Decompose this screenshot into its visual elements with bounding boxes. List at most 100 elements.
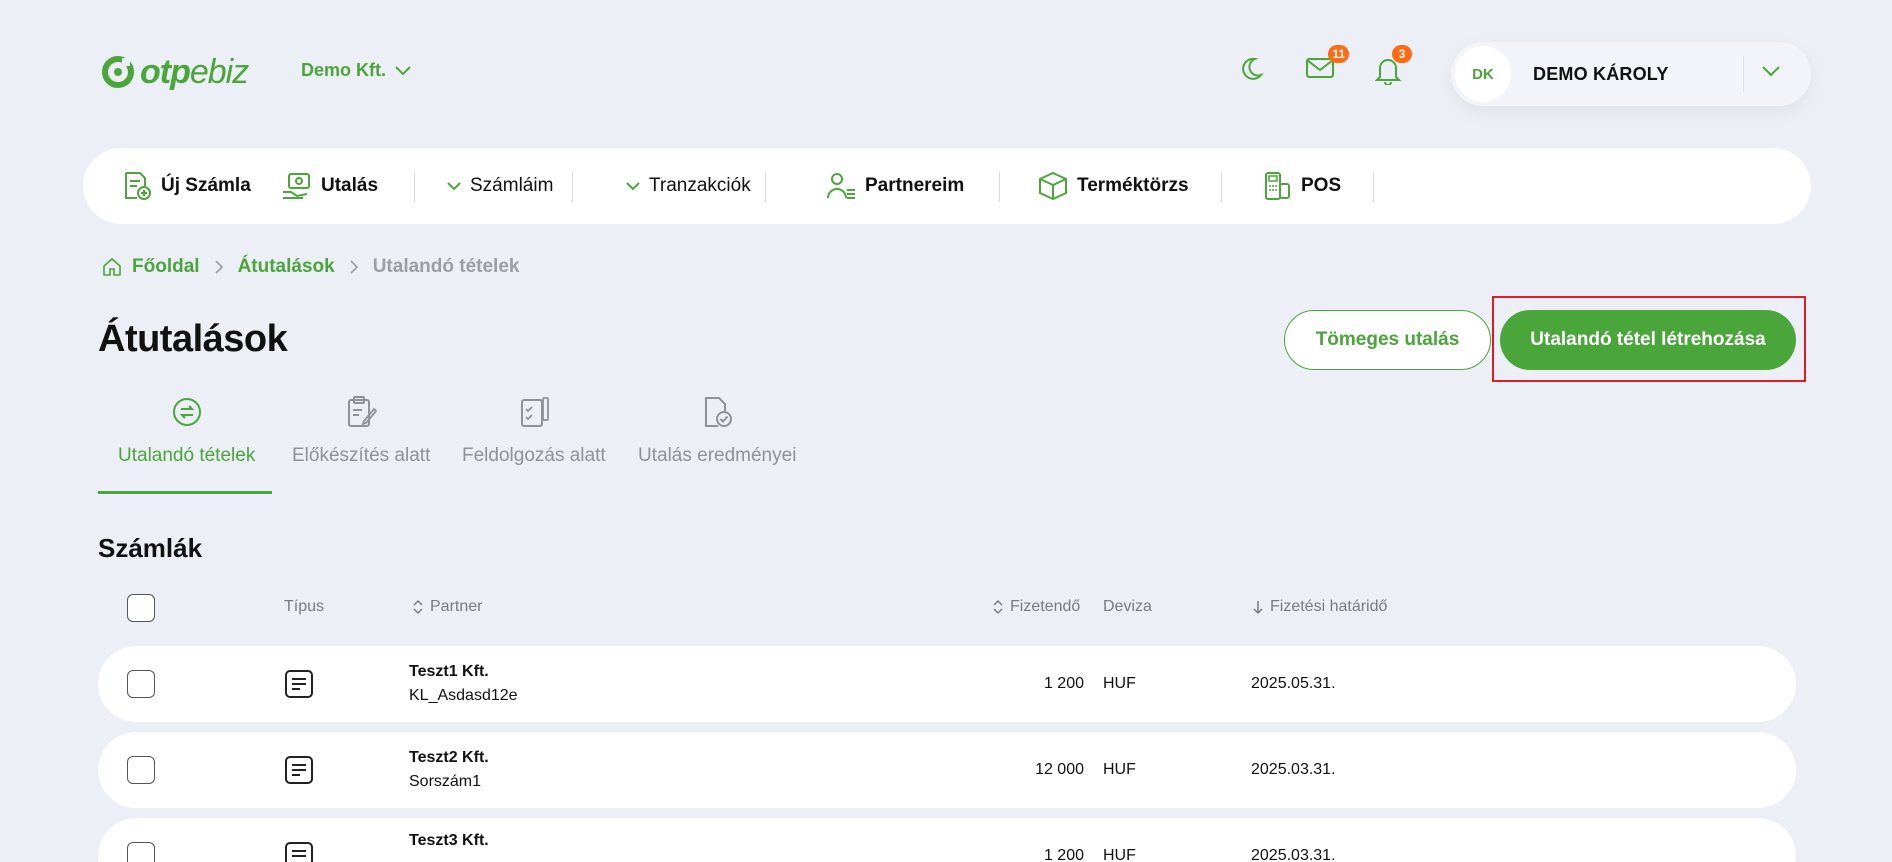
divider <box>1743 56 1744 92</box>
chevron-right-icon <box>214 260 223 274</box>
chevron-down-icon <box>1762 66 1780 77</box>
currency: HUF <box>1103 761 1136 778</box>
breadcrumb-home[interactable]: Főoldal <box>102 256 200 278</box>
avatar: DK <box>1455 46 1511 102</box>
divider <box>1221 172 1222 202</box>
main-nav: Új Számla Utalás Számláim Tranzakciók Pa… <box>83 148 1811 224</box>
breadcrumb-home-label: Főoldal <box>132 256 200 277</box>
messages-button[interactable]: 11 <box>1305 45 1349 85</box>
row-checkbox[interactable] <box>127 670 155 698</box>
document-icon <box>285 842 313 862</box>
table-row[interactable]: Teszt2 Kft. Sorszám1 12 000 HUF 2025.03.… <box>98 732 1796 808</box>
currency: HUF <box>1103 675 1136 692</box>
box-icon <box>1039 171 1067 201</box>
nav-new-invoice[interactable]: Új Számla <box>121 148 251 224</box>
tab-pending-items[interactable]: Utalandó tételek <box>118 395 255 495</box>
notifications-badge: 3 <box>1392 45 1412 63</box>
user-menu[interactable]: DK DEMO KÁROLY <box>1451 42 1811 106</box>
dark-mode-toggle[interactable] <box>1237 55 1267 85</box>
partner-name: Teszt2 Kft. <box>409 749 489 766</box>
nav-label: Tranzakciók <box>649 175 751 196</box>
transfer-cycle-icon <box>172 398 201 426</box>
company-name: Demo Kft. <box>301 60 386 80</box>
column-header-partner[interactable]: Partner <box>412 598 482 616</box>
bulk-transfer-button[interactable]: Tömeges utalás <box>1284 310 1491 370</box>
column-header-amount[interactable]: Fizetendő <box>992 598 1080 616</box>
divider <box>414 172 415 202</box>
section-title: Számlák <box>98 533 203 563</box>
reference: Sorszám1 <box>409 773 482 790</box>
column-header-type: Típus <box>284 598 325 615</box>
tab-label: Előkészítés alatt <box>292 445 431 466</box>
breadcrumb-transfers[interactable]: Átutalások <box>238 256 335 278</box>
user-name: DEMO KÁROLY <box>1533 63 1669 84</box>
select-all-checkbox[interactable] <box>127 594 155 622</box>
clipboard-edit-icon <box>348 396 378 427</box>
column-header-currency: Deviza <box>1103 598 1152 615</box>
partner-name: Teszt1 Kft. <box>409 663 489 680</box>
notifications-button[interactable]: 3 <box>1374 45 1412 85</box>
top-header: otpebiz Demo Kft. 11 3 DK DEMO KÁROLY <box>0 0 1892 145</box>
divider <box>999 172 1000 202</box>
tab-label: Utalandó tételek <box>118 445 256 466</box>
nav-label: POS <box>1301 175 1342 196</box>
transfer-icon <box>283 173 310 199</box>
tab-results[interactable]: Utalás eredményei <box>638 395 796 495</box>
nav-invoices[interactable]: Számláim <box>446 148 553 224</box>
tab-label: Utalás eredményei <box>638 445 797 466</box>
breadcrumb: Főoldal Átutalások Utalandó tételek <box>102 256 519 278</box>
amount: 1 200 <box>1043 847 1084 862</box>
divider <box>1373 172 1374 202</box>
home-icon <box>103 257 121 276</box>
moon-icon <box>1242 57 1264 80</box>
amount: 12 000 <box>1035 761 1084 778</box>
amount: 1 200 <box>1043 675 1084 692</box>
otp-logo-icon <box>102 56 134 88</box>
breadcrumb-current: Utalandó tételek <box>372 256 520 277</box>
table-row[interactable]: Teszt1 Kft. KL_Asdasd12e 1 200 HUF 2025.… <box>98 646 1796 722</box>
divider <box>765 172 766 202</box>
nav-label: Számláim <box>470 175 554 196</box>
sort-descending-icon <box>1253 601 1263 615</box>
due-date: 2025.05.31. <box>1251 675 1336 692</box>
create-transfer-item-button[interactable]: Utalandó tétel létrehozása <box>1500 310 1796 370</box>
row-checkbox[interactable] <box>127 756 155 784</box>
sort-icon <box>413 599 423 615</box>
partner-name: Teszt3 Kft. <box>409 832 489 849</box>
pos-terminal-icon <box>1265 172 1290 200</box>
nav-pos[interactable]: POS <box>1261 148 1341 224</box>
document-icon <box>285 670 313 698</box>
new-invoice-icon <box>125 172 151 200</box>
company-selector[interactable]: Demo Kft. <box>301 60 412 81</box>
sort-icon <box>993 599 1003 615</box>
messages-badge: 11 <box>1328 45 1349 63</box>
nav-transfer[interactable]: Utalás <box>281 148 378 224</box>
column-header-due-date[interactable]: Fizetési határidő <box>1252 598 1387 616</box>
nav-label: Új Számla <box>161 175 251 196</box>
nav-transactions[interactable]: Tranzakciók <box>625 148 751 224</box>
checklist-icon <box>520 397 549 427</box>
divider <box>572 172 573 202</box>
due-date: 2025.03.31. <box>1251 761 1336 778</box>
nav-label: Terméktörzs <box>1077 175 1189 196</box>
otpebiz-logo[interactable]: otpebiz <box>102 52 249 92</box>
active-tab-indicator <box>98 491 272 494</box>
tab-processing[interactable]: Feldolgozás alatt <box>462 395 606 495</box>
row-checkbox[interactable] <box>127 842 155 862</box>
document-icon <box>285 756 313 784</box>
document-check-icon <box>705 397 733 427</box>
currency: HUF <box>1103 847 1136 862</box>
nav-label: Partnereim <box>865 175 965 196</box>
nav-label: Utalás <box>321 175 379 196</box>
chevron-down-icon <box>626 182 640 191</box>
chevron-down-icon <box>395 65 411 75</box>
chevron-right-icon <box>350 260 358 274</box>
nav-products[interactable]: Terméktörzs <box>1037 148 1189 224</box>
tab-label: Feldolgozás alatt <box>462 445 606 466</box>
nav-partners[interactable]: Partnereim <box>825 148 964 224</box>
logo-text: otpebiz <box>140 52 249 91</box>
chevron-down-icon <box>447 182 461 191</box>
partners-icon <box>827 173 855 199</box>
table-row[interactable]: Teszt3 Kft. 1 200 HUF 2025.03.31. <box>98 818 1796 862</box>
tab-preparing[interactable]: Előkészítés alatt <box>292 395 430 495</box>
